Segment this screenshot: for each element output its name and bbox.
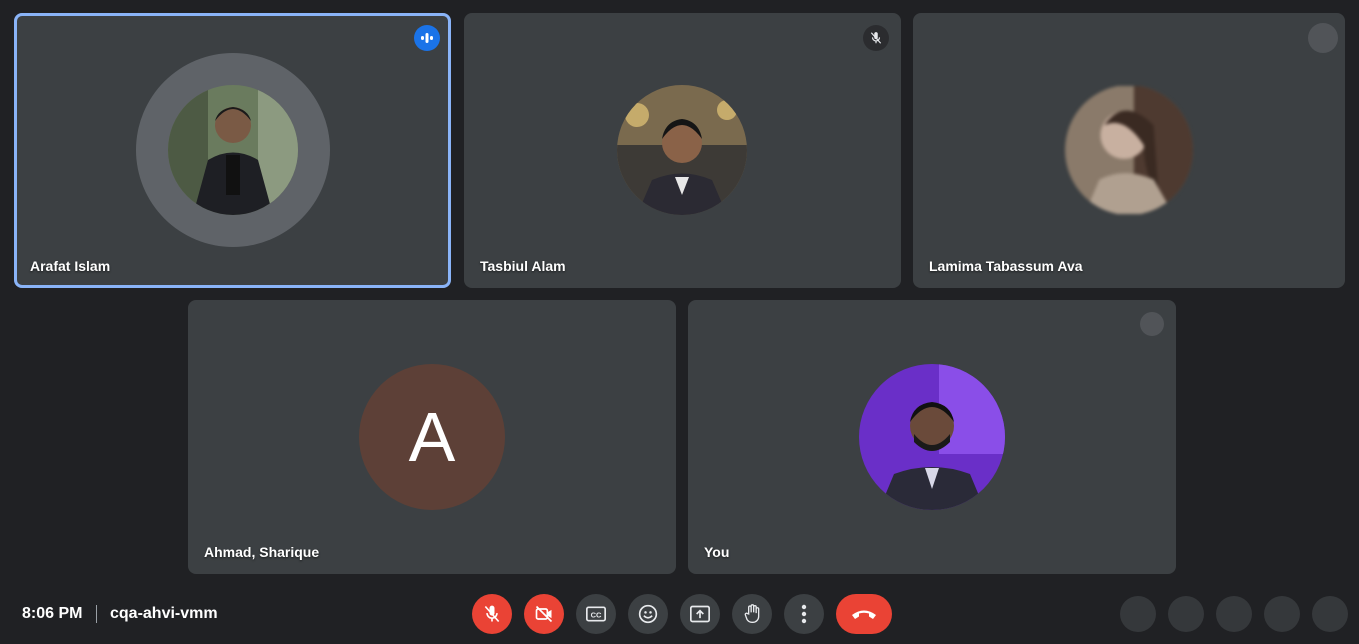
- present-icon: [690, 605, 710, 623]
- status-icon: [1308, 23, 1338, 53]
- participant-tile-lamima[interactable]: Lamima Tabassum Ava: [913, 13, 1345, 288]
- participant-tile-self[interactable]: You: [688, 300, 1176, 574]
- people-button[interactable]: [1168, 596, 1204, 632]
- divider: [96, 605, 97, 623]
- svg-text:CC: CC: [591, 610, 602, 619]
- meeting-code: cqa-ahvi-vmm: [110, 605, 218, 622]
- end-call-icon: [852, 610, 876, 619]
- participant-name: Tasbiul Alam: [480, 258, 566, 274]
- participant-name: You: [704, 544, 730, 560]
- captions-button[interactable]: CC: [576, 594, 616, 634]
- avatar: [1065, 85, 1193, 215]
- participant-tile-ahmad[interactable]: A Ahmad, Sharique: [188, 300, 676, 574]
- avatar: [617, 85, 747, 215]
- avatar: [859, 364, 1005, 510]
- activities-button[interactable]: [1264, 596, 1300, 632]
- camera-toggle-button[interactable]: [524, 594, 564, 634]
- reactions-button[interactable]: [628, 594, 668, 634]
- hand-icon: [744, 604, 760, 623]
- emoji-icon: [638, 604, 658, 624]
- captions-icon: CC: [586, 606, 606, 622]
- participant-tile-tasbiul[interactable]: Tasbiul Alam: [464, 13, 901, 288]
- speaking-indicator-icon: [414, 25, 440, 51]
- more-vert-icon: [801, 604, 807, 624]
- participant-name: Ahmad, Sharique: [204, 544, 320, 560]
- participant-name: Arafat Islam: [30, 258, 111, 274]
- more-options-button[interactable]: [784, 594, 824, 634]
- camera-off-icon: [535, 605, 553, 623]
- participant-name: Lamima Tabassum Ava: [929, 258, 1083, 274]
- meeting-details-button[interactable]: [1120, 596, 1156, 632]
- participant-tile-arafat[interactable]: Arafat Islam: [14, 13, 451, 288]
- avatar: [168, 85, 298, 215]
- mic-toggle-button[interactable]: [472, 594, 512, 634]
- leave-call-button[interactable]: [836, 594, 892, 634]
- mic-off-icon: [484, 605, 500, 623]
- raise-hand-button[interactable]: [732, 594, 772, 634]
- present-button[interactable]: [680, 594, 720, 634]
- mic-muted-icon: [863, 25, 889, 51]
- meeting-clock: 8:06 PM: [22, 605, 83, 622]
- host-controls-button[interactable]: [1312, 596, 1348, 632]
- letter-avatar: A: [359, 364, 505, 510]
- chat-button[interactable]: [1216, 596, 1252, 632]
- status-icon: [1140, 312, 1164, 336]
